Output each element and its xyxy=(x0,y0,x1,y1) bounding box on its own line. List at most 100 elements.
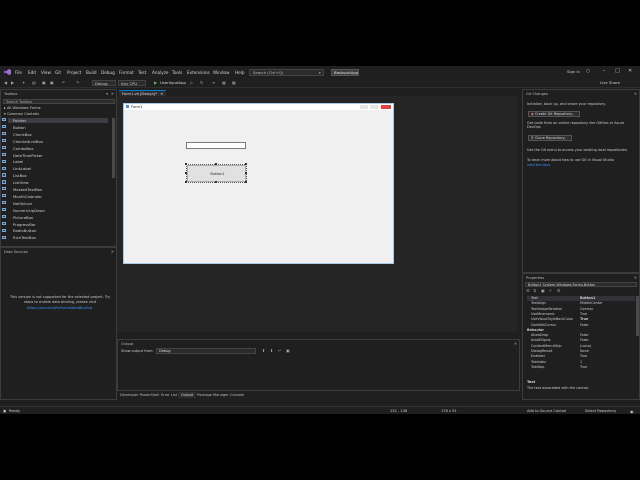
property-value[interactable]: False xyxy=(580,338,589,343)
selection-handle[interactable] xyxy=(245,172,247,174)
clear-all-icon[interactable]: ⬇ xyxy=(270,348,273,353)
property-value[interactable]: True xyxy=(580,354,587,359)
menu-edit[interactable]: Edit xyxy=(28,70,36,75)
menu-format[interactable]: Format xyxy=(119,70,134,75)
categorized-icon[interactable]: ☰ xyxy=(526,289,530,293)
toolbox-item[interactable]: PictureBox xyxy=(2,215,33,220)
panel-close-icon[interactable]: ✕ xyxy=(111,91,114,96)
selection-handle[interactable] xyxy=(185,172,187,174)
toolbox-item[interactable]: NotifyIcon xyxy=(2,201,32,206)
select-repository-button[interactable]: Select Repository xyxy=(585,409,616,413)
toolbox-item[interactable]: ListView xyxy=(2,180,29,185)
designer-surface[interactable]: Form1 Button1 ↖ xyxy=(117,96,517,332)
menu-analyze[interactable]: Analyze xyxy=(152,70,169,75)
properties-close-icon[interactable]: ✕ xyxy=(634,275,637,280)
run-without-debug-icon[interactable]: ▷ xyxy=(190,81,193,85)
selection-handle[interactable] xyxy=(185,163,187,165)
toolbox-scrollbar[interactable] xyxy=(112,118,115,178)
tab-developer-powershell[interactable]: Developer PowerShell xyxy=(117,392,162,398)
property-value[interactable]: True xyxy=(580,317,588,322)
word-wrap-icon[interactable]: ↵ xyxy=(278,348,281,353)
toolbox-search-input[interactable]: Search Toolbox xyxy=(3,99,115,104)
menu-git[interactable]: Git xyxy=(55,70,61,75)
toolbox-item[interactable]: RichTextBox xyxy=(2,235,36,240)
data-binding-link[interactable]: https://aka.ms/WinFormsDataBinding xyxy=(1,306,118,310)
form-textbox[interactable] xyxy=(186,142,246,149)
save-icon[interactable]: ▣ xyxy=(42,81,46,85)
toolbox-item[interactable]: CheckedListBox xyxy=(2,139,43,144)
toolbox-item[interactable]: Button xyxy=(2,125,26,130)
menu-file[interactable]: File xyxy=(15,70,22,75)
selection-handle[interactable] xyxy=(245,181,247,183)
menu-view[interactable]: View xyxy=(41,70,51,75)
toolbox-item[interactable]: NumericUpDown xyxy=(2,208,45,213)
create-git-repository-button[interactable]: ◆ Create Git Repository... xyxy=(528,111,580,117)
property-row[interactable]: TabStop True xyxy=(527,365,635,370)
toolbox-item[interactable]: ListBox xyxy=(2,173,27,178)
data-sources-close-icon[interactable]: ✕ xyxy=(111,249,114,254)
live-share-button[interactable]: Live Share xyxy=(600,81,620,86)
property-value[interactable]: False xyxy=(580,333,589,338)
tab-error-list[interactable]: Error List xyxy=(158,392,180,398)
properties-scrollbar[interactable] xyxy=(636,296,639,336)
notifications-icon[interactable]: ◉ xyxy=(630,409,634,414)
back-arrow-icon[interactable]: ◀ xyxy=(4,81,7,85)
property-value[interactable]: Button1 xyxy=(580,296,595,301)
property-pages-icon[interactable]: ⚙ xyxy=(557,289,561,293)
toolbox-item[interactable]: RadioButton xyxy=(2,228,36,233)
property-value[interactable]: False xyxy=(580,323,589,328)
tab-close-icon[interactable]: ✕ xyxy=(160,92,163,96)
toggle-icon[interactable]: ▣ xyxy=(286,348,290,353)
property-value[interactable]: True xyxy=(580,312,587,317)
redo-icon[interactable]: ↷ xyxy=(76,81,79,85)
maximize-icon[interactable]: □ xyxy=(615,68,620,74)
layout-icon[interactable]: ▦ xyxy=(222,81,226,85)
find-message-icon[interactable]: ⬆ xyxy=(262,348,265,353)
toolbox-group-all[interactable]: ▸ All Windows Forms xyxy=(4,106,41,110)
form-window[interactable]: Form1 Button1 xyxy=(123,103,394,264)
properties-object-select[interactable]: Button1 System.Windows.Forms.Button xyxy=(525,282,637,287)
run-target-label[interactable]: UserInputApp xyxy=(160,81,186,86)
configuration-select[interactable]: Debug xyxy=(92,79,116,86)
property-value[interactable]: MiddleCenter xyxy=(580,301,603,306)
toolbox-group-common[interactable]: ▾ Common Controls xyxy=(4,112,39,116)
events-icon[interactable]: ⚡ xyxy=(549,289,552,293)
read-the-docs-link[interactable]: read the docs xyxy=(527,163,550,167)
output-close-icon[interactable]: ✕ xyxy=(514,341,517,346)
add-to-source-control-button[interactable]: Add to Source Control xyxy=(527,409,566,413)
forward-arrow-icon[interactable]: ▶ xyxy=(11,81,14,85)
align-icon[interactable]: ≡ xyxy=(212,81,215,85)
toolbox-item[interactable]: ComboBox xyxy=(2,146,33,151)
sign-in-link[interactable]: Sign in xyxy=(567,70,580,75)
search-box[interactable]: Search (Ctrl+Q) ⌕ xyxy=(249,68,324,76)
account-icon[interactable]: ○ xyxy=(586,69,590,74)
minimize-icon[interactable]: – xyxy=(603,68,606,74)
toolbox-item[interactable]: MonthCalendar xyxy=(2,194,42,199)
undo-icon[interactable]: ↶ xyxy=(62,81,65,85)
open-folder-icon[interactable]: ▤ xyxy=(32,81,36,85)
toolbox-item[interactable]: LinkLabel xyxy=(2,166,31,171)
menu-tools[interactable]: Tools xyxy=(172,70,182,75)
refresh-icon[interactable]: ↻ xyxy=(200,81,203,85)
tab-package-manager-console[interactable]: Package Manager Console xyxy=(194,392,247,398)
properties-icon[interactable]: ▣ xyxy=(541,289,545,293)
form-title-bar[interactable]: Form1 xyxy=(124,104,393,110)
property-value[interactable]: Overlay xyxy=(580,307,593,312)
menu-window[interactable]: Window xyxy=(213,70,230,75)
start-play-icon[interactable]: ▶ xyxy=(154,81,157,85)
menu-test[interactable]: Test xyxy=(138,70,146,75)
git-panel-close-icon[interactable]: ✕ xyxy=(634,91,637,96)
toolbox-item[interactable]: Label xyxy=(2,159,23,164)
tab-form1-design[interactable]: Form1.vb [Design]* ✕ xyxy=(119,89,167,96)
menu-extensions[interactable]: Extensions xyxy=(187,70,210,75)
selection-handle[interactable] xyxy=(185,181,187,183)
toolbox-item[interactable]: MaskedTextBox xyxy=(2,187,42,192)
toolbox-item[interactable]: CheckBox xyxy=(2,132,32,137)
property-value[interactable]: (none) xyxy=(580,344,591,349)
alphabetical-icon[interactable]: ⇅ xyxy=(533,289,536,293)
property-value[interactable]: None xyxy=(580,349,589,354)
property-value[interactable]: True xyxy=(580,365,587,370)
menu-help[interactable]: Help xyxy=(235,70,245,75)
toolbox-item[interactable]: DateTimePicker xyxy=(2,153,43,158)
selection-handle[interactable] xyxy=(215,163,217,165)
